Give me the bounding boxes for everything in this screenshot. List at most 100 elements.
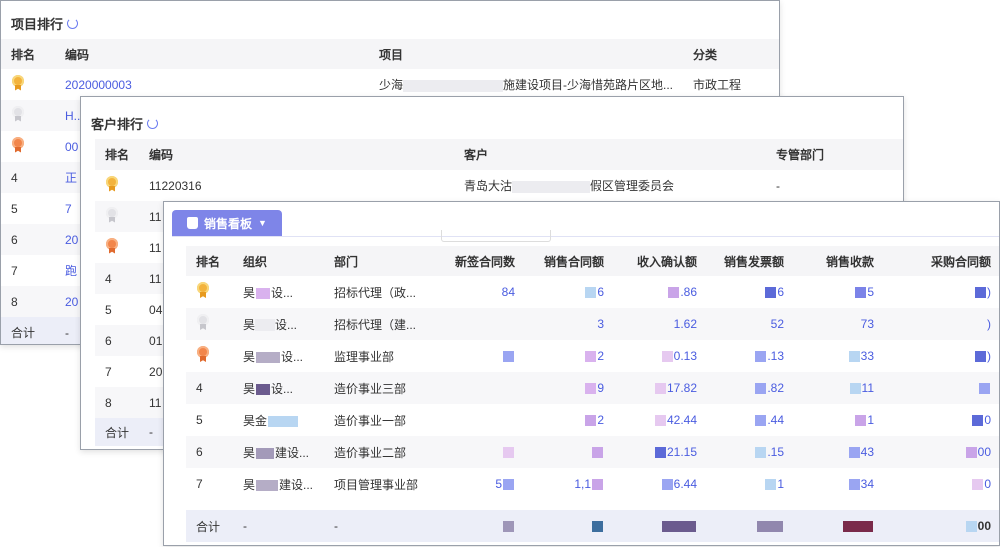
rank-cell: 5: [196, 413, 203, 427]
invoice-cell[interactable]: .15: [707, 436, 794, 468]
new-contracts-cell[interactable]: [428, 340, 525, 372]
customer-text: 青岛大沽: [464, 179, 513, 193]
tab-divider: [172, 236, 999, 237]
col-rank[interactable]: 排名: [95, 139, 139, 170]
purchase-cell[interactable]: ): [884, 340, 999, 372]
table-row[interactable]: 昊设... 监理事业部 2 0.13 .13 33 ): [186, 340, 999, 372]
col-dept[interactable]: 部门: [324, 246, 428, 276]
receipts-cell[interactable]: 73: [794, 308, 884, 340]
rank-cell: 8: [105, 395, 112, 410]
purchase-cell[interactable]: 00: [884, 436, 999, 468]
invoice-cell[interactable]: 52: [707, 308, 794, 340]
sales-table: 排名 组织 部门 新签合同数 销售合同额 收入确认额 销售发票额 销售收款 采购…: [186, 246, 999, 542]
col-dept[interactable]: 专管部门: [766, 139, 903, 170]
col-revenue[interactable]: 收入确认额: [614, 246, 707, 276]
contract-amount-cell[interactable]: 3: [525, 308, 614, 340]
new-contracts-cell[interactable]: [428, 308, 525, 340]
rank-cell: 4: [105, 271, 112, 286]
table-row[interactable]: 昊设... 招标代理（政... 84 6 .86 6 5 ): [186, 276, 999, 308]
table-row[interactable]: 昊设... 招标代理（建... 3 1.62 52 73 ): [186, 308, 999, 340]
new-contracts-cell[interactable]: [428, 404, 525, 436]
rank-cell: 5: [105, 302, 112, 317]
col-customer[interactable]: 客户: [454, 139, 766, 170]
org-cell: 昊金: [233, 404, 324, 436]
purchase-cell[interactable]: ): [884, 308, 999, 340]
revenue-cell[interactable]: 1.62: [614, 308, 707, 340]
table-row[interactable]: 6 昊建设... 造价事业二部 21.15 .15 43 00: [186, 436, 999, 468]
col-category[interactable]: 分类: [683, 39, 779, 69]
dept-cell: 招标代理（建...: [334, 317, 417, 332]
table-row[interactable]: 5 昊金 造价事业一部 2 42.44 .44 1 0: [186, 404, 999, 436]
refresh-icon[interactable]: [147, 118, 159, 129]
revenue-cell[interactable]: 6.44: [614, 468, 707, 500]
revenue-cell[interactable]: 42.44: [614, 404, 707, 436]
contract-amount-cell[interactable]: 2: [525, 340, 614, 372]
col-rank[interactable]: 排名: [1, 39, 55, 69]
invoice-cell[interactable]: 6: [707, 276, 794, 308]
org-cell: 昊设...: [243, 285, 294, 300]
rank-cell: 7: [196, 477, 203, 491]
rank-cell: [95, 201, 139, 232]
sales-board-tab[interactable]: 销售看板 ▼: [172, 210, 282, 236]
customer-ranking-title: 客户排行: [91, 114, 159, 133]
receipts-cell[interactable]: 11: [794, 372, 884, 404]
refresh-icon[interactable]: [67, 18, 79, 29]
dept-cell: 造价事业一部: [334, 413, 407, 428]
new-contracts-cell[interactable]: [428, 372, 525, 404]
new-contracts-cell[interactable]: [428, 436, 525, 468]
gold-medal-icon: [105, 175, 119, 193]
revenue-cell[interactable]: 17.82: [614, 372, 707, 404]
revenue-cell[interactable]: .86: [614, 276, 707, 308]
new-contracts-cell[interactable]: 5: [428, 468, 525, 500]
invoice-cell[interactable]: 1: [707, 468, 794, 500]
col-rank[interactable]: 排名: [186, 246, 233, 276]
revenue-cell[interactable]: 0.13: [614, 340, 707, 372]
col-receipts[interactable]: 销售收款: [794, 246, 884, 276]
contract-amount-cell[interactable]: 6: [525, 276, 614, 308]
bronze-medal-icon: [196, 346, 210, 363]
contract-amount-cell[interactable]: 1,1: [525, 468, 614, 500]
filter-box[interactable]: [441, 230, 551, 242]
table-row[interactable]: 4 昊设... 造价事业三部 9 17.82 .82 11: [186, 372, 999, 404]
rank-cell: 7: [11, 263, 18, 278]
purchase-cell[interactable]: ): [884, 276, 999, 308]
col-contract-amount[interactable]: 销售合同额: [525, 246, 614, 276]
receipts-cell[interactable]: 33: [794, 340, 884, 372]
purchase-cell[interactable]: 0: [884, 404, 999, 436]
col-code[interactable]: 编码: [55, 39, 369, 69]
receipts-cell[interactable]: 5: [794, 276, 884, 308]
col-invoice[interactable]: 销售发票额: [707, 246, 794, 276]
contract-amount-cell[interactable]: 9: [525, 372, 614, 404]
org-cell: 昊设...: [243, 317, 298, 332]
rank-cell: 4: [196, 381, 203, 395]
receipts-cell[interactable]: 43: [794, 436, 884, 468]
rank-cell: 7: [105, 364, 112, 379]
receipts-cell[interactable]: 1: [794, 404, 884, 436]
dept-cell: -: [776, 178, 781, 193]
new-contracts-cell[interactable]: 84: [428, 276, 525, 308]
invoice-cell[interactable]: .82: [707, 372, 794, 404]
invoice-cell[interactable]: .44: [707, 404, 794, 436]
revenue-cell[interactable]: 21.15: [614, 436, 707, 468]
gold-medal-icon: [196, 282, 210, 299]
table-row[interactable]: 7 昊建设... 项目管理事业部 5 1,1 6.44 1 34 0: [186, 468, 999, 500]
code-cell: 11220316: [149, 178, 202, 193]
total-purchase: 00: [884, 510, 999, 542]
contract-amount-cell[interactable]: 2: [525, 404, 614, 436]
contract-amount-cell[interactable]: [525, 436, 614, 468]
col-org[interactable]: 组织: [233, 246, 324, 276]
silver-medal-icon: [196, 314, 210, 331]
receipts-cell[interactable]: 34: [794, 468, 884, 500]
project-ranking-title: 项目排行: [11, 14, 79, 33]
col-code[interactable]: 编码: [139, 139, 454, 170]
invoice-cell[interactable]: .13: [707, 340, 794, 372]
purchase-cell[interactable]: 0: [884, 468, 999, 500]
purchase-cell[interactable]: [884, 372, 999, 404]
rank-cell: 6: [105, 333, 112, 348]
table-row[interactable]: 11220316 青岛大沽 假区管理委员会 -: [95, 170, 903, 201]
col-new-contracts[interactable]: 新签合同数: [428, 246, 525, 276]
rank-cell: [95, 170, 139, 201]
col-purchase[interactable]: 采购合同额: [884, 246, 999, 276]
rank-cell: [186, 308, 233, 340]
col-project[interactable]: 项目: [369, 39, 683, 69]
